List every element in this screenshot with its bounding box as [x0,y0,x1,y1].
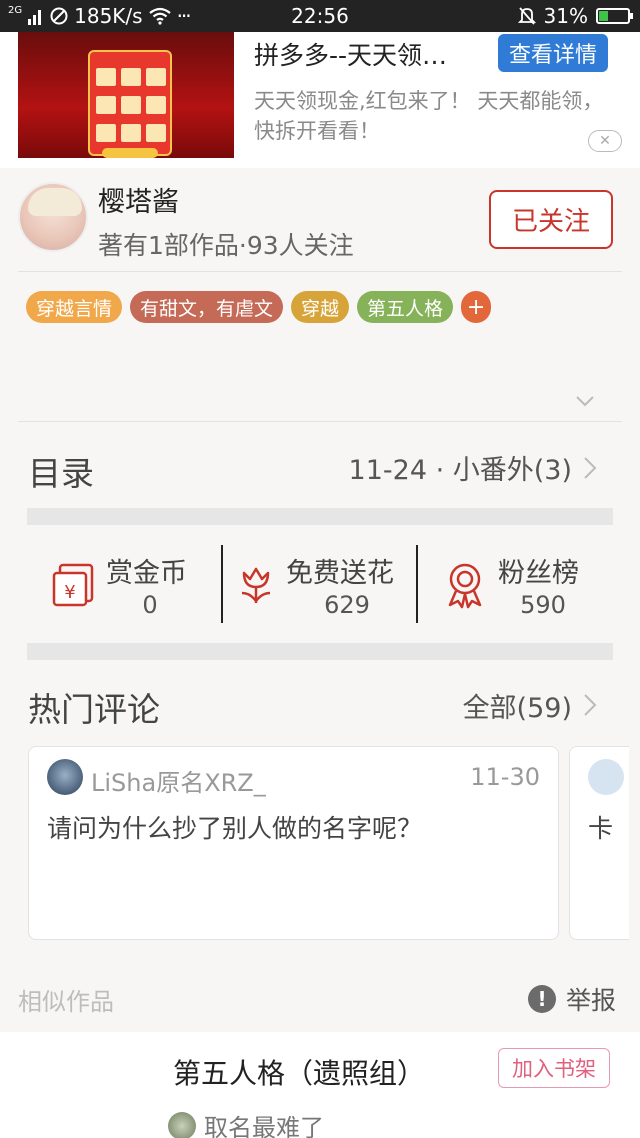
ad-image-cta [102,148,158,158]
report-label: 举报 [566,986,617,1015]
chevron-down-icon[interactable] [574,390,596,412]
stat-fans[interactable]: 粉丝榜 590 [444,545,594,625]
tag-chip[interactable]: 有甜文，有虐文 [130,291,284,323]
toc-latest-chapter[interactable]: 11-24 · 小番外(3) [349,448,572,487]
author-avatar[interactable] [18,182,88,252]
ad-close-icon[interactable]: ✕ [588,130,622,152]
hot-comments-title: 热门评论 [28,690,160,729]
all-comments-link[interactable]: 全部(59) [463,686,572,725]
exclamation-icon: ! [528,985,556,1013]
commenter-name[interactable]: LiSha原名XRZ_ [91,763,266,798]
stat-fans-label: 粉丝榜 [498,558,579,589]
author-meta: 著有1部作品·93人关注 [98,231,354,260]
ad-details-button[interactable]: 查看详情 [498,34,608,72]
tag-chip[interactable]: 穿越 [291,291,350,323]
tag-chip[interactable]: 穿越言情 [26,291,123,323]
follow-button[interactable]: 已关注 [489,190,613,249]
stat-reward-label: 赏金币 [106,558,187,589]
stat-reward-value: 0 [142,591,158,619]
battery-icon [596,8,633,24]
chevron-right-icon[interactable] [582,692,598,718]
section-separator [27,643,613,660]
book-author-name: 取名最难了 [204,1114,324,1138]
tag-chip[interactable]: 第五人格 [357,291,454,323]
divider [18,421,622,422]
stat-reward[interactable]: ¥ 赏金币 0 [50,545,220,625]
similar-book-item[interactable]: 第五人格（遗照组） 加入书架 取名最难了 [0,1032,640,1138]
ad-banner[interactable]: 拼多多--天天领… 查看详情 天天领现金,红包来了！ 天天都能领，快拆开看看！ … [0,32,640,168]
ad-image[interactable] [18,32,234,158]
stat-flowers-value: 629 [324,591,370,619]
comment-card[interactable]: 卡 [569,746,629,940]
toc-label[interactable]: 目录 [28,447,94,495]
report-button[interactable]: ! 举报 [528,981,616,1017]
author-name[interactable]: 樱塔酱 [98,180,179,219]
mute-bell-icon [517,7,536,25]
comment-date: 11-30 [470,763,540,791]
ad-description: 天天领现金,红包来了！ 天天都能领，快拆开看看！ [254,89,604,143]
author-section: 樱塔酱 著有1部作品·93人关注 已关注 [0,168,640,272]
divider [18,271,622,272]
comment-text: 请问为什么抄了别人做的名字呢？ [47,814,423,843]
add-tag-button[interactable]: + [461,291,492,323]
stat-flowers[interactable]: 免费送花 629 [236,545,416,625]
red-envelope-icon: ¥ [52,563,94,607]
book-author[interactable]: 取名最难了 [168,1108,324,1138]
chevron-right-icon[interactable] [582,455,598,481]
commenter-avatar[interactable] [588,759,624,795]
book-author-avatar [168,1111,196,1138]
add-to-shelf-button[interactable]: 加入书架 [498,1048,610,1088]
ad-title[interactable]: 拼多多--天天领… [254,36,447,72]
section-separator [27,508,613,525]
tag-list: 穿越言情 有甜文，有虐文 穿越 第五人格 + [26,291,492,323]
commenter-avatar[interactable] [47,759,83,795]
stat-divider [221,545,223,623]
battery-fill [599,11,608,21]
comment-text: 卡 [588,814,614,843]
comment-card[interactable]: LiSha原名XRZ_ 11-30 请问为什么抄了别人做的名字呢？ [28,746,559,940]
battery-percent: 31% [543,4,588,28]
flower-icon [241,567,271,604]
stat-flowers-label: 免费送花 [286,558,394,589]
stat-divider [416,545,418,623]
ad-image-card [88,50,172,156]
svg-text:¥: ¥ [64,582,75,603]
similar-works-label: 相似作品 [18,988,114,1016]
status-bar: 2G 185K/s ··· 22:56 31% [0,0,640,32]
stat-fans-value: 590 [520,591,566,619]
status-right: 31% [517,4,633,28]
medal-icon [448,563,482,609]
